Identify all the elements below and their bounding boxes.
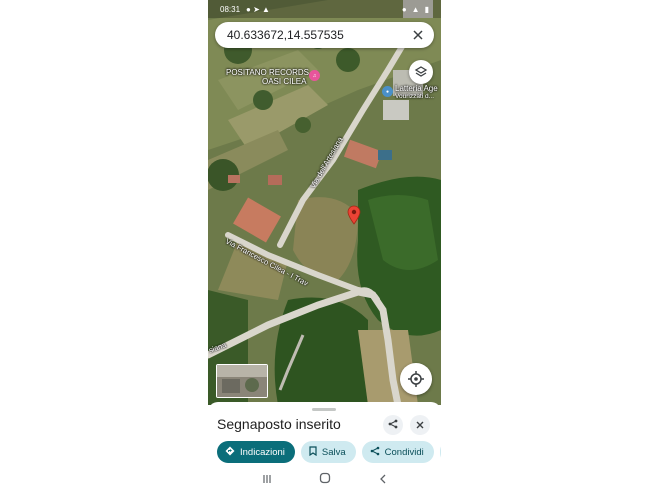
my-location-button[interactable] xyxy=(400,363,432,395)
layers-icon xyxy=(414,65,428,79)
save-label: Salva xyxy=(321,446,346,458)
layers-button[interactable] xyxy=(409,60,433,84)
poi-label-line1: Latteria Age xyxy=(395,84,438,93)
notification-icons: ● ➤ ▲ xyxy=(246,4,270,14)
dropped-pin-icon[interactable] xyxy=(347,205,361,225)
recents-icon[interactable] xyxy=(262,471,272,489)
system-nav-bar xyxy=(208,468,441,492)
share-button-small[interactable] xyxy=(383,415,403,435)
home-icon[interactable] xyxy=(319,471,331,489)
close-sheet-button[interactable] xyxy=(410,415,430,435)
poi-label-line2: OASI CILEA xyxy=(262,77,307,86)
directions-button[interactable]: Indicazioni xyxy=(217,441,295,463)
shop-pin-icon[interactable]: ● xyxy=(382,86,393,97)
satellite-imagery xyxy=(208,0,441,405)
signal-icon: ▲ xyxy=(411,4,420,14)
music-store-pin-icon[interactable]: ♫ xyxy=(309,70,320,81)
share-icon xyxy=(388,416,398,434)
directions-icon xyxy=(225,446,235,459)
satellite-map[interactable]: 08:31 ● ➤ ▲ ● ▲ ▮ POSITANO RECORDS OASI … xyxy=(208,0,441,405)
action-chips: Indicazioni Salva Condividi xyxy=(217,441,441,463)
phone-screen: 08:31 ● ➤ ▲ ● ▲ ▮ POSITANO RECORDS OASI … xyxy=(208,0,441,492)
share-label: Condividi xyxy=(384,446,424,458)
flag-button[interactable] xyxy=(439,441,441,463)
share-button[interactable]: Condividi xyxy=(361,441,434,463)
bookmark-icon xyxy=(309,445,317,459)
share-icon xyxy=(370,446,380,459)
close-icon xyxy=(416,416,424,434)
sheet-title: Segnaposto inserito xyxy=(217,416,341,432)
place-bottom-sheet: Segnaposto inserito Indicazioni Salva Co… xyxy=(208,402,441,492)
save-button[interactable]: Salva xyxy=(300,441,356,463)
search-input[interactable] xyxy=(227,28,410,42)
close-icon[interactable] xyxy=(410,27,426,43)
status-bar: 08:31 ● ➤ ▲ ● ▲ ▮ xyxy=(208,0,441,18)
wifi-icon: ● xyxy=(401,4,407,14)
battery-icon: ▮ xyxy=(424,4,429,14)
system-icons: ● ▲ ▮ xyxy=(402,5,429,14)
directions-label: Indicazioni xyxy=(240,446,285,458)
poi-label-latteria[interactable]: Latteria Age Vourizzati d... xyxy=(395,84,438,100)
poi-label-line1: POSITANO RECORDS xyxy=(226,68,309,77)
search-bar[interactable] xyxy=(215,22,434,48)
poi-label-line2: Vourizzati d... xyxy=(395,93,435,100)
status-time: 08:31 xyxy=(220,4,241,14)
back-icon[interactable] xyxy=(378,471,388,489)
street-view-thumbnail[interactable] xyxy=(216,364,268,398)
sheet-drag-handle[interactable] xyxy=(312,408,336,411)
crosshair-icon xyxy=(408,371,424,387)
poi-label-positano-records[interactable]: POSITANO RECORDS OASI CILEA xyxy=(226,68,309,86)
